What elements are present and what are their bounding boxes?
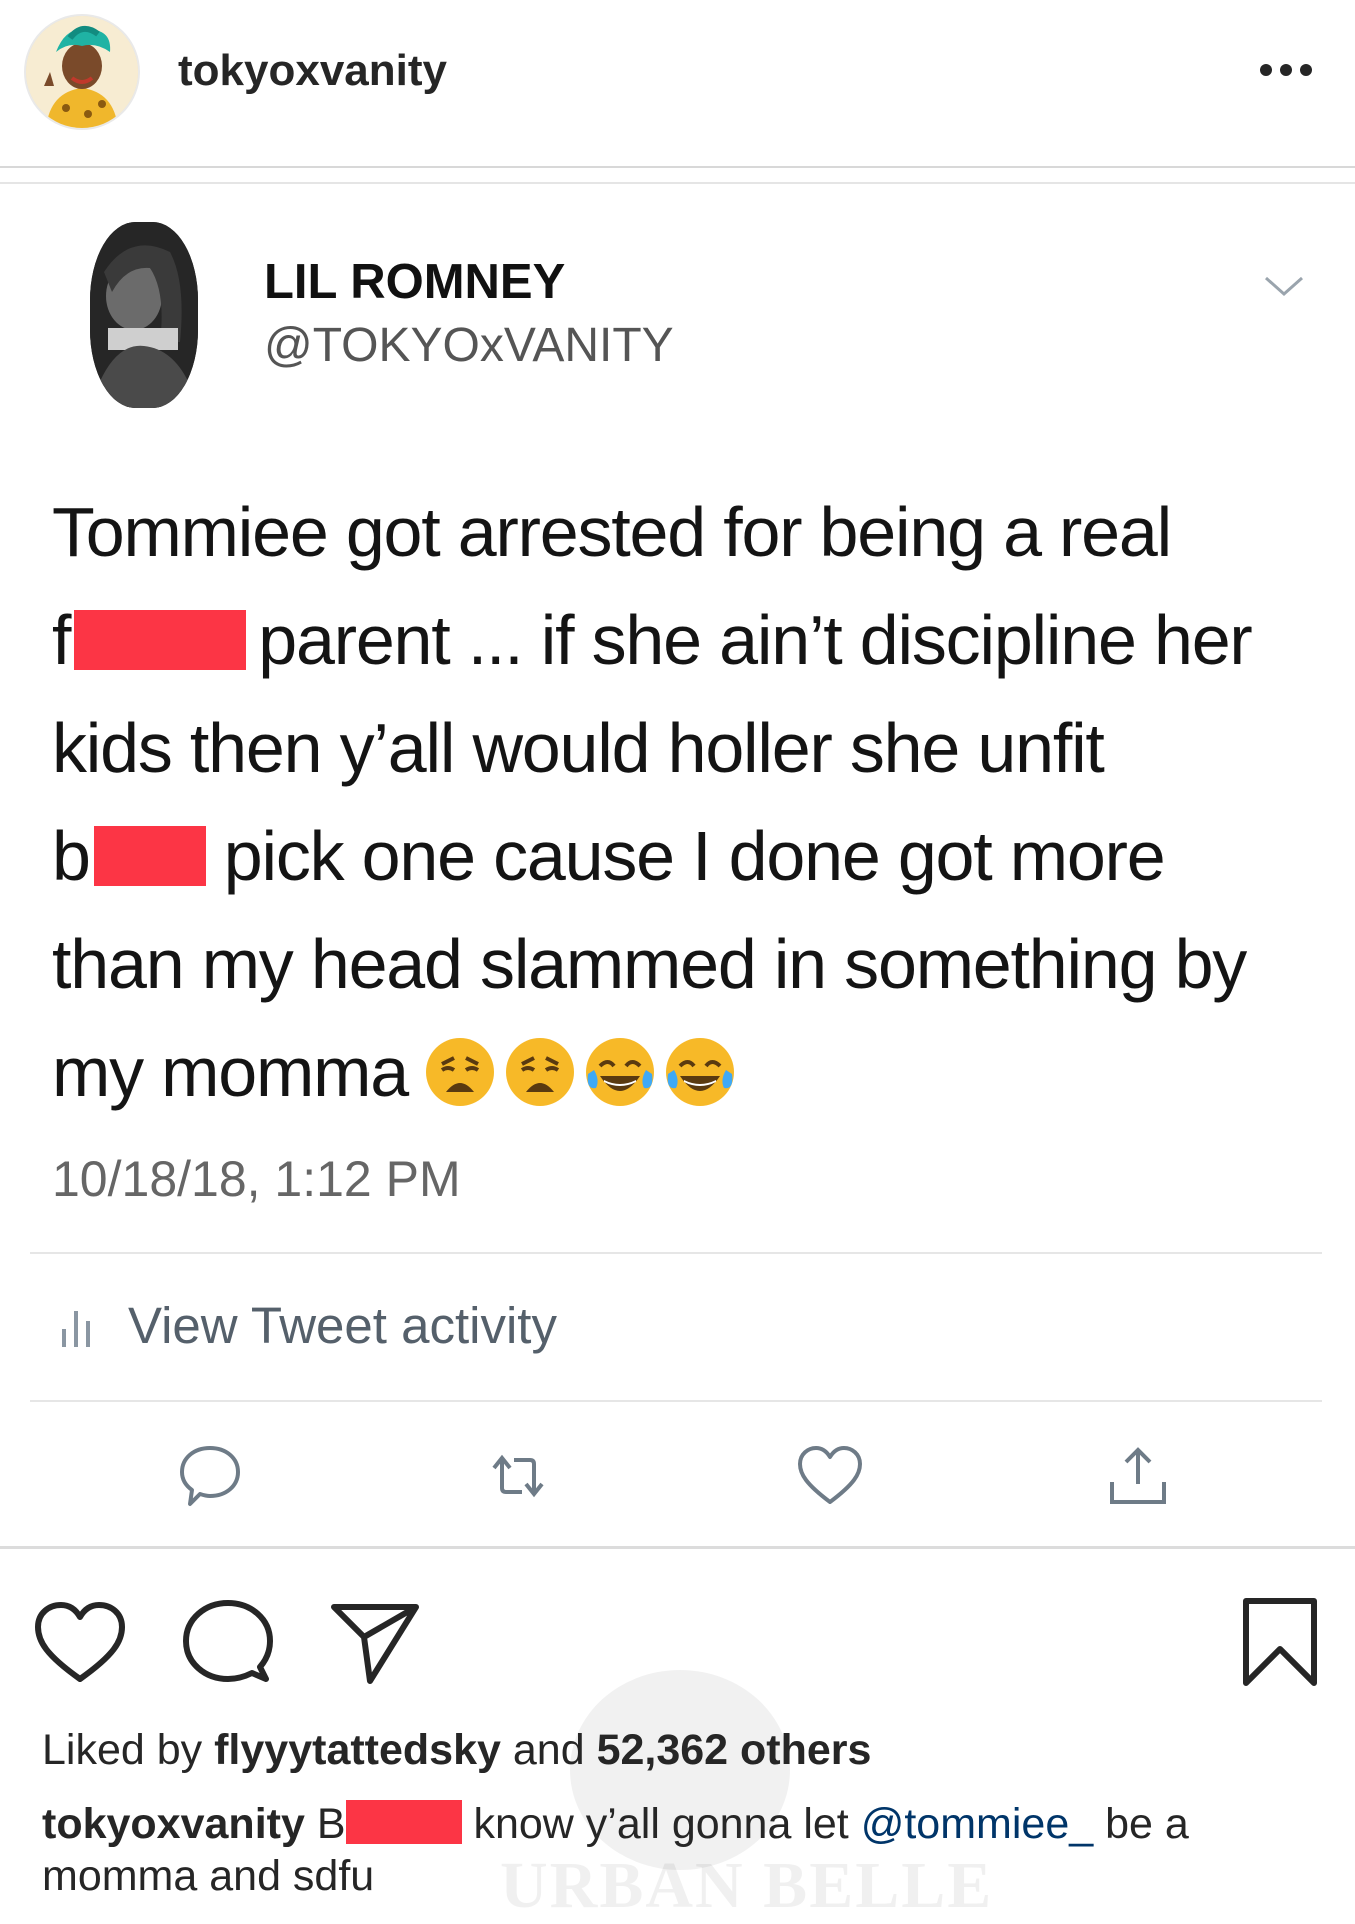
bookmark-icon[interactable] — [1232, 1595, 1328, 1691]
like-heart-icon[interactable] — [796, 1442, 864, 1510]
weary-face-icon — [425, 1038, 494, 1106]
weary-face-icon — [505, 1038, 574, 1106]
tweet-line-text: my momma — [52, 1033, 409, 1111]
profile-avatar[interactable] — [24, 14, 140, 130]
emoji-group — [424, 1036, 744, 1108]
tears-of-joy-icon — [585, 1038, 654, 1106]
ig-post-header: tokyoxvanity — [0, 0, 1355, 168]
tweet-line-text: parent ... if she ain’t discipline her — [258, 601, 1252, 679]
likes-count[interactable]: 52,362 others — [597, 1726, 872, 1774]
view-tweet-activity-link[interactable]: View Tweet activity — [128, 1296, 557, 1355]
retweet-icon[interactable] — [484, 1442, 552, 1510]
post-username[interactable]: tokyoxvanity — [178, 46, 447, 96]
redaction-block — [93, 826, 206, 886]
comment-icon[interactable] — [180, 1595, 276, 1691]
tweet-line-text: kids then y’all would holler she unfit — [52, 709, 1105, 787]
tweet-text: Tommiee got arrested for being a real f … — [52, 478, 1312, 1126]
tweet-line-text: b — [52, 817, 91, 895]
likes-prefix: Liked by — [42, 1726, 215, 1774]
tweet-line: kids then y’all would holler she unfit — [52, 694, 1312, 802]
share-icon[interactable] — [1104, 1442, 1172, 1510]
tweet-avatar[interactable] — [90, 222, 198, 408]
tweet-divider — [30, 1400, 1322, 1402]
tweet-divider — [30, 1252, 1322, 1254]
redaction-block — [74, 610, 247, 670]
tweet-line-text: than my head slammed in something by — [52, 925, 1247, 1003]
more-options-icon[interactable] — [1256, 60, 1316, 80]
tweet-line: Tommiee got arrested for being a real — [52, 478, 1312, 586]
chevron-down-icon[interactable] — [1262, 272, 1306, 300]
caption-username[interactable]: tokyoxvanity — [42, 1800, 305, 1848]
tweet-line-text: Tommiee got arrested for being a real — [52, 493, 1172, 571]
screenshot-divider — [0, 1546, 1355, 1549]
like-heart-icon[interactable] — [32, 1595, 128, 1691]
tears-of-joy-icon — [665, 1038, 734, 1106]
tweet-line: my momma — [52, 1018, 1312, 1126]
likes-connector: and — [500, 1726, 597, 1774]
tweet-line: f parent ... if she ain’t discipline her — [52, 586, 1312, 694]
tweet-display-name[interactable]: LIL ROMNEY — [264, 254, 565, 310]
tweet-line-text: pick one cause I done got more — [223, 817, 1166, 895]
tweet-timestamp: 10/18/18, 1:12 PM — [52, 1151, 461, 1207]
tweet-line-text: f — [52, 601, 71, 679]
caption-text: B — [304, 1800, 346, 1848]
redaction-block — [345, 1800, 462, 1844]
likes-summary[interactable]: Liked by flyyytattedsky and 52,362 other… — [42, 1726, 871, 1775]
tweet-line: b pick one cause I done got more — [52, 802, 1312, 910]
post-caption: tokyoxvanity B know y’all gonna let @tom… — [42, 1798, 1332, 1902]
reply-icon[interactable] — [176, 1442, 244, 1510]
header-divider-secondary — [0, 182, 1355, 184]
caption-mention-link[interactable]: @tommiee_ — [861, 1800, 1093, 1848]
tweet-line: than my head slammed in something by — [52, 910, 1312, 1018]
caption-text: know y’all gonna let — [461, 1800, 861, 1848]
header-divider — [0, 166, 1355, 168]
analytics-icon[interactable] — [60, 1305, 94, 1349]
liker-username[interactable]: flyyytattedsky — [214, 1726, 501, 1774]
send-direct-icon[interactable] — [326, 1595, 422, 1691]
tweet-handle[interactable]: @TOKYOxVANITY — [264, 318, 674, 373]
